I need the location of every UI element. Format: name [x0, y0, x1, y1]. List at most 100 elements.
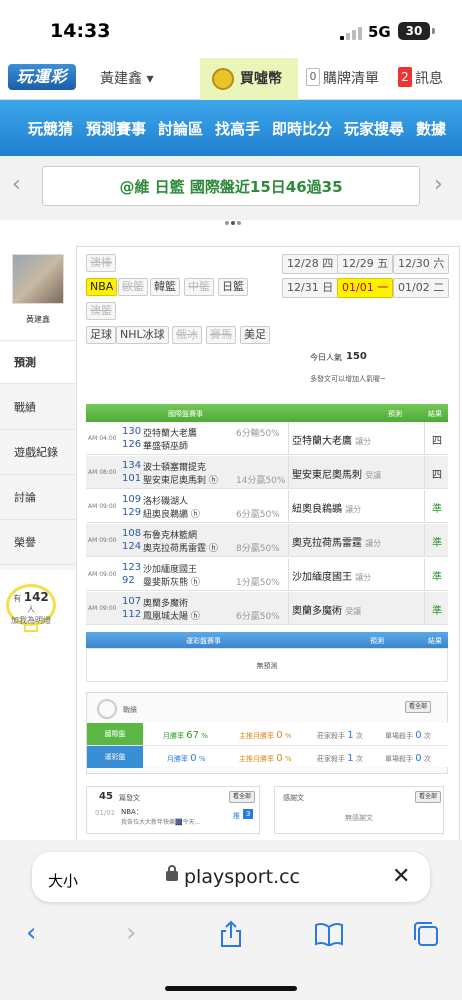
odds: 6分贏50%: [236, 612, 280, 622]
bookmarks-icon[interactable]: [314, 922, 344, 953]
main-menu: 玩競猜 預測賽事 討論區 找高手 即時比分 玩家搜尋 數據: [0, 100, 462, 156]
carousel-dots: [224, 210, 242, 229]
odds: 6分贏50%: [236, 510, 280, 520]
menu-item-live-score[interactable]: 即時比分: [272, 118, 332, 139]
table-row[interactable]: AM 09:00 109 洛杉磯湖人 129 紐奧良鵜鶘 ⓗ 6分贏50% 紐奧良鵜鶘 讓分…: [86, 490, 448, 523]
posts-count: 45: [99, 791, 113, 802]
team2-name: 奧克拉荷馬雷霆 ⓗ: [143, 544, 218, 554]
avatar[interactable]: [12, 254, 64, 304]
team1-number: 123: [122, 562, 142, 573]
buy-coins-label[interactable]: 買噓幣: [240, 68, 282, 88]
match-time: AM 08:00: [88, 469, 117, 476]
team2-number: 92: [122, 575, 135, 586]
stats-row-intl: 國際盤 月勝率 67 % 主推月勝率 0 % 莊家殺手 1 次 單場殺手 0 次: [87, 723, 449, 745]
header-pick: 預測: [388, 410, 402, 418]
post-title[interactable]: NBA：: [121, 807, 143, 817]
stats-title: 戰績: [123, 706, 137, 714]
banner[interactable]: @維 日籃 國際盤近15日46過35: [42, 166, 420, 206]
date-1228[interactable]: 12/28 四: [282, 254, 339, 274]
thanks-see-all-button[interactable]: 看全部: [415, 791, 442, 803]
pick: 紐奧良鵜鶘 讓分: [292, 504, 362, 515]
team1-name: 亞特蘭大老鷹: [143, 429, 198, 439]
intl-main-winrate: 主推月勝率 0 %: [239, 730, 292, 741]
bulb-unit: 人: [27, 605, 35, 614]
messages-link[interactable]: 訊息: [415, 68, 443, 88]
tabs-icon[interactable]: [412, 920, 440, 955]
post-snippet[interactable]: 我各位大大新年快樂🎆今天...: [121, 817, 200, 826]
sport-china-basketball: 中籃: [184, 278, 214, 296]
sport-japan-basketball[interactable]: 日籃: [218, 278, 248, 296]
lightbulb-icon[interactable]: 有 142 人 加我為明燈: [6, 584, 56, 626]
table-row[interactable]: AM 08:00 134 波士頓塞爾提克 101 聖安東尼奧馬刺 ⓗ 14分贏50% 聖安東…: [86, 456, 448, 489]
stats-label-intl: 國際盤: [87, 723, 143, 745]
team1-number: 130: [122, 426, 142, 437]
network-label: 5G: [368, 23, 391, 41]
chevron-left-icon[interactable]: ‹: [12, 172, 21, 197]
close-icon[interactable]: ✕: [392, 864, 410, 889]
site-logo[interactable]: 玩運彩: [8, 64, 76, 90]
menu-item-forum[interactable]: 討論區: [158, 118, 203, 139]
text-size-button[interactable]: 大小: [48, 870, 78, 891]
sport-aus-baseball: 澳棒: [86, 254, 116, 272]
table-row[interactable]: AM 09:00 107 奧蘭多魔術 112 鳳凰城太陽 ⓗ 6分贏50% 奧蘭多魔術 受讓…: [86, 592, 448, 625]
url-text[interactable]: playsport.cc: [184, 866, 300, 888]
header-result: 結果: [428, 410, 442, 418]
cart-link[interactable]: 購牌清單: [323, 68, 379, 88]
sport-euro-basketball: 歐籃: [118, 278, 148, 296]
match-time: AM 09:00: [88, 537, 117, 544]
team2-name: 華盛頓巫師: [143, 442, 189, 452]
battery-nub: [432, 28, 435, 34]
sport-soccer[interactable]: 足球: [86, 326, 116, 344]
message-count-badge: 2: [398, 67, 412, 87]
odds: 8分贏50%: [236, 544, 280, 554]
date-0101[interactable]: 01/01 一: [337, 278, 394, 298]
sport-american-football[interactable]: 美足: [240, 326, 270, 344]
sidebar-item-game-log[interactable]: 遊戲紀錄: [0, 431, 76, 475]
odds: 1分贏50%: [236, 578, 280, 588]
date-1229[interactable]: 12/29 五: [337, 254, 394, 274]
sport-korea-basketball[interactable]: 韓籃: [150, 278, 180, 296]
share-icon[interactable]: [218, 920, 244, 955]
thanks-label: 感謝文: [283, 794, 304, 802]
popularity-value: 150: [346, 351, 367, 362]
menu-item-guess[interactable]: 玩競猜: [28, 118, 73, 139]
sport-nba[interactable]: NBA: [86, 278, 118, 296]
stats-see-all-button[interactable]: 看全部: [405, 701, 432, 713]
user-menu[interactable]: 黃建鑫 ▾: [100, 68, 153, 88]
forward-icon: ›: [126, 918, 137, 948]
team2-number: 124: [122, 541, 142, 552]
posts-see-all-button[interactable]: 看全部: [229, 791, 256, 803]
sidebar-item-honor[interactable]: 榮譽: [0, 521, 76, 565]
lottery-main-winrate: 主推月勝率 0 %: [239, 753, 292, 764]
back-icon[interactable]: ‹: [26, 918, 36, 948]
odds: 14分贏50%: [236, 476, 286, 486]
team2-name: 聖安東尼奧馬刺 ⓗ: [143, 476, 218, 486]
chevron-right-icon[interactable]: ›: [434, 172, 443, 197]
team1-name: 洛杉磯湖人: [143, 497, 189, 507]
team1-name: 波士頓塞爾提克: [143, 463, 207, 473]
stats-label-lottery: 運彩盤: [87, 746, 143, 768]
team1-name: 奧蘭多魔術: [143, 599, 189, 609]
posts-box: 45 篇發文 看全部 01/01 NBA： 我各位大大新年快樂🎆今天... 推 …: [86, 786, 260, 834]
sport-nhl[interactable]: NHL冰球: [116, 326, 169, 344]
match-time: AM 04:00: [88, 435, 117, 442]
menu-item-predict[interactable]: 預測賽事: [86, 118, 146, 139]
team2-number: 101: [122, 473, 142, 484]
result: 準: [432, 504, 442, 515]
date-1230[interactable]: 12/30 六: [393, 254, 450, 274]
table-row[interactable]: AM 09:00 123 沙加緬度國王 92 曼斐斯灰熊 ⓗ 1分贏50% 沙加緬度國王 讓…: [86, 558, 448, 591]
thanks-empty: 無感謝文: [345, 814, 373, 822]
menu-item-experts[interactable]: 找高手: [215, 118, 260, 139]
sidebar-item-predict[interactable]: 預測: [0, 340, 76, 384]
sidebar-item-discuss[interactable]: 討論: [0, 476, 76, 520]
date-0102[interactable]: 01/02 二: [393, 278, 450, 298]
table-row[interactable]: AM 09:00 108 布魯克林籃網 124 奧克拉荷馬雷霆 ⓗ 8分贏50% 奧克拉荷馬…: [86, 524, 448, 557]
menu-item-data[interactable]: 數據: [416, 118, 446, 139]
menu-item-player-search[interactable]: 玩家搜尋: [344, 118, 404, 139]
status-time: 14:33: [50, 20, 111, 42]
table-row[interactable]: AM 04:00 130 亞特蘭大老鷹 126 華盛頓巫師 6分輸50% 亞特蘭大老鷹 讓分…: [86, 422, 448, 455]
cart-count-badge: 0: [306, 68, 320, 86]
date-1231[interactable]: 12/31 日: [282, 278, 339, 298]
team1-name: 沙加緬度國王: [143, 565, 198, 575]
sidebar-item-record[interactable]: 戰績: [0, 386, 76, 430]
